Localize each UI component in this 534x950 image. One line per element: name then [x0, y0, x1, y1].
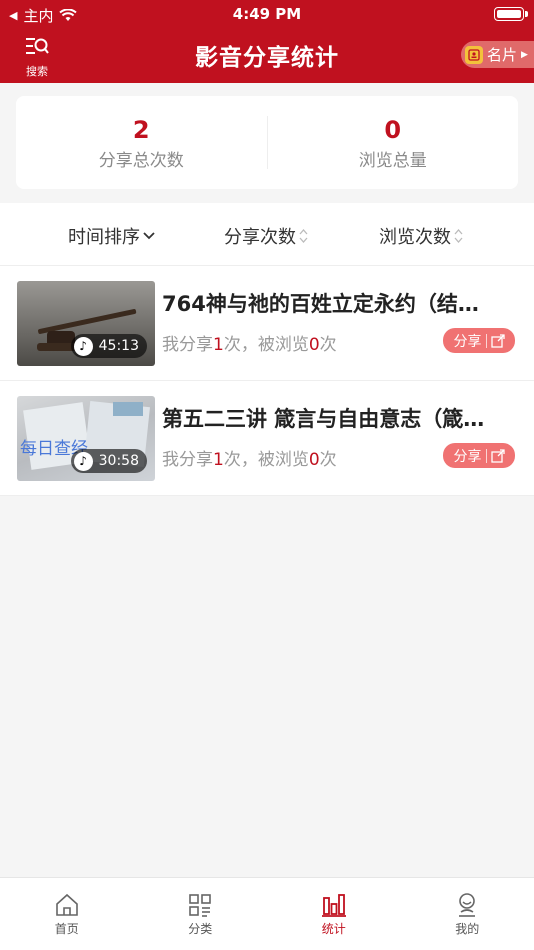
item-title[interactable]: 764神与祂的百姓立定永约（结…: [162, 288, 517, 318]
external-link-icon: [490, 333, 505, 348]
divider: [485, 448, 487, 463]
sort-by-shares[interactable]: 分享次数: [224, 223, 308, 249]
view-count: 0: [308, 450, 320, 470]
sort-by-views-label: 浏览次数: [379, 227, 451, 248]
view-count: 0: [308, 335, 320, 355]
share-button[interactable]: 分享: [443, 328, 515, 353]
stats-text: 我分享: [162, 335, 213, 355]
sort-by-shares-label: 分享次数: [224, 227, 296, 248]
external-link-icon: [490, 448, 505, 463]
tab-stats-label: 统计: [321, 922, 346, 936]
total-views-value: 0: [384, 116, 402, 144]
tab-bar: 首页 分类 统计 我的: [0, 877, 534, 950]
duration-badge: ♪ 45:13: [70, 334, 147, 358]
sort-by-time-label: 时间排序: [68, 227, 140, 248]
stats-icon: [321, 894, 346, 917]
share-label: 分享: [453, 333, 482, 350]
battery-icon: [494, 7, 528, 21]
chevron-right-icon: ▶: [521, 49, 528, 60]
duration-badge: ♪ 30:58: [70, 449, 147, 473]
chevron-down-icon: [143, 232, 155, 240]
stats-text: 次: [319, 335, 337, 355]
sort-arrows-icon: [454, 229, 463, 243]
business-card-button[interactable]: 名片 ▶: [461, 41, 534, 68]
video-thumbnail[interactable]: ♪ 45:13: [17, 281, 155, 366]
share-count: 1: [213, 335, 224, 355]
tab-profile[interactable]: 我的: [401, 878, 534, 950]
stats-text: 次，被浏览: [223, 450, 309, 470]
tab-category-label: 分类: [188, 922, 213, 936]
page-title: 影音分享统计: [195, 45, 339, 71]
total-shares-label: 分享总次数: [98, 151, 184, 171]
divider: [485, 333, 487, 348]
card-icon: [465, 45, 483, 64]
home-icon: [55, 893, 78, 916]
total-views-label: 浏览总量: [358, 151, 427, 171]
sort-bar: 时间排序 分享次数 浏览次数: [0, 203, 534, 266]
sort-arrows-icon: [299, 229, 308, 243]
total-shares-value: 2: [132, 116, 150, 144]
media-list: ♪ 45:13 764神与祂的百姓立定永约（结… 我分享1次，被浏览0次 分享 …: [0, 266, 534, 496]
item-stats: 我分享1次，被浏览0次: [162, 445, 337, 470]
share-label: 分享: [453, 448, 482, 465]
stats-text: 我分享: [162, 450, 213, 470]
music-note-icon: ♪: [73, 451, 93, 471]
list-item[interactable]: 每日查经 ♪ 30:58 第五二三讲 箴言与自由意志（箴… 我分享1次，被浏览0…: [0, 381, 534, 496]
status-bar: ◀ 主内 4:49 PM: [0, 0, 534, 28]
duration: 45:13: [98, 338, 139, 354]
tab-category[interactable]: 分类: [134, 878, 268, 950]
stats-text: 次: [319, 450, 337, 470]
item-stats: 我分享1次，被浏览0次: [162, 330, 337, 355]
list-item[interactable]: ♪ 45:13 764神与祂的百姓立定永约（结… 我分享1次，被浏览0次 分享: [0, 266, 534, 381]
header: ◀ 主内 4:49 PM 搜索 影音分享统计 名片 ▶: [0, 0, 534, 83]
summary-card: 2 分享总次数 0 浏览总量: [16, 96, 518, 189]
sort-by-views[interactable]: 浏览次数: [379, 223, 463, 249]
tab-home[interactable]: 首页: [0, 878, 134, 950]
status-time: 4:49 PM: [232, 5, 302, 23]
item-title[interactable]: 第五二三讲 箴言与自由意志（箴…: [162, 403, 517, 433]
card-label: 名片: [487, 46, 518, 64]
stats-text: 次，被浏览: [223, 335, 309, 355]
tab-profile-label: 我的: [455, 922, 480, 936]
tab-stats[interactable]: 统计: [267, 878, 401, 950]
share-button[interactable]: 分享: [443, 443, 515, 468]
profile-icon: [459, 893, 476, 917]
tab-home-label: 首页: [54, 922, 79, 936]
video-thumbnail[interactable]: 每日查经 ♪ 30:58: [17, 396, 155, 481]
share-count: 1: [213, 450, 224, 470]
category-icon: [189, 894, 212, 917]
sort-by-time[interactable]: 时间排序: [68, 223, 155, 249]
duration: 30:58: [98, 453, 139, 469]
music-note-icon: ♪: [73, 336, 93, 356]
total-shares: 2 分享总次数: [16, 96, 267, 189]
total-views: 0 浏览总量: [268, 96, 519, 189]
